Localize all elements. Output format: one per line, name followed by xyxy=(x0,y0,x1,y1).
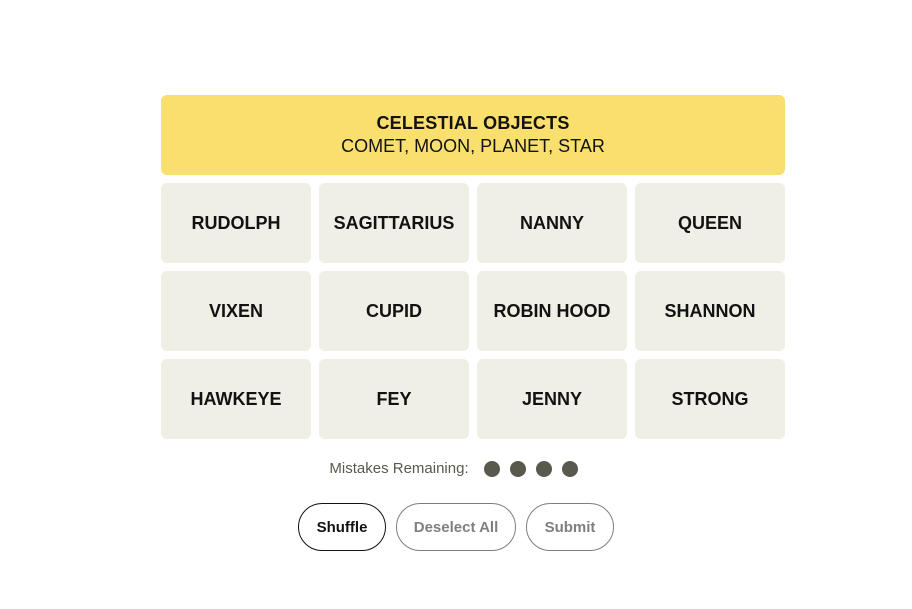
game-board: CELESTIAL OBJECTS COMET, MOON, PLANET, S… xyxy=(161,95,785,439)
mistake-dot-icon xyxy=(483,460,500,477)
solved-group-members: COMET, MOON, PLANET, STAR xyxy=(341,136,605,156)
word-tile[interactable]: HAWKEYE xyxy=(161,359,311,439)
submit-button[interactable]: Submit xyxy=(526,503,614,551)
game-controls: Shuffle Deselect All Submit xyxy=(0,503,912,551)
mistakes-remaining: Mistakes Remaining: xyxy=(0,460,912,477)
mistake-dot-icon xyxy=(509,460,526,477)
word-grid: RUDOLPH SAGITTARIUS NANNY QUEEN VIXEN CU… xyxy=(161,183,785,439)
word-tile[interactable]: STRONG xyxy=(635,359,785,439)
solved-group-yellow: CELESTIAL OBJECTS COMET, MOON, PLANET, S… xyxy=(161,95,785,175)
mistake-dot-icon xyxy=(535,460,552,477)
word-tile[interactable]: ROBIN HOOD xyxy=(477,271,627,351)
word-tile[interactable]: SAGITTARIUS xyxy=(319,183,469,263)
mistakes-label: Mistakes Remaining: xyxy=(329,460,469,477)
solved-group-title: CELESTIAL OBJECTS xyxy=(376,113,570,133)
word-tile[interactable]: QUEEN xyxy=(635,183,785,263)
word-tile[interactable]: CUPID xyxy=(319,271,469,351)
word-tile[interactable]: RUDOLPH xyxy=(161,183,311,263)
word-tile[interactable]: VIXEN xyxy=(161,271,311,351)
deselect-all-button[interactable]: Deselect All xyxy=(396,503,516,551)
word-tile[interactable]: FEY xyxy=(319,359,469,439)
mistake-dot-icon xyxy=(561,460,578,477)
shuffle-button[interactable]: Shuffle xyxy=(298,503,386,551)
word-tile[interactable]: SHANNON xyxy=(635,271,785,351)
word-tile[interactable]: JENNY xyxy=(477,359,627,439)
word-tile[interactable]: NANNY xyxy=(477,183,627,263)
